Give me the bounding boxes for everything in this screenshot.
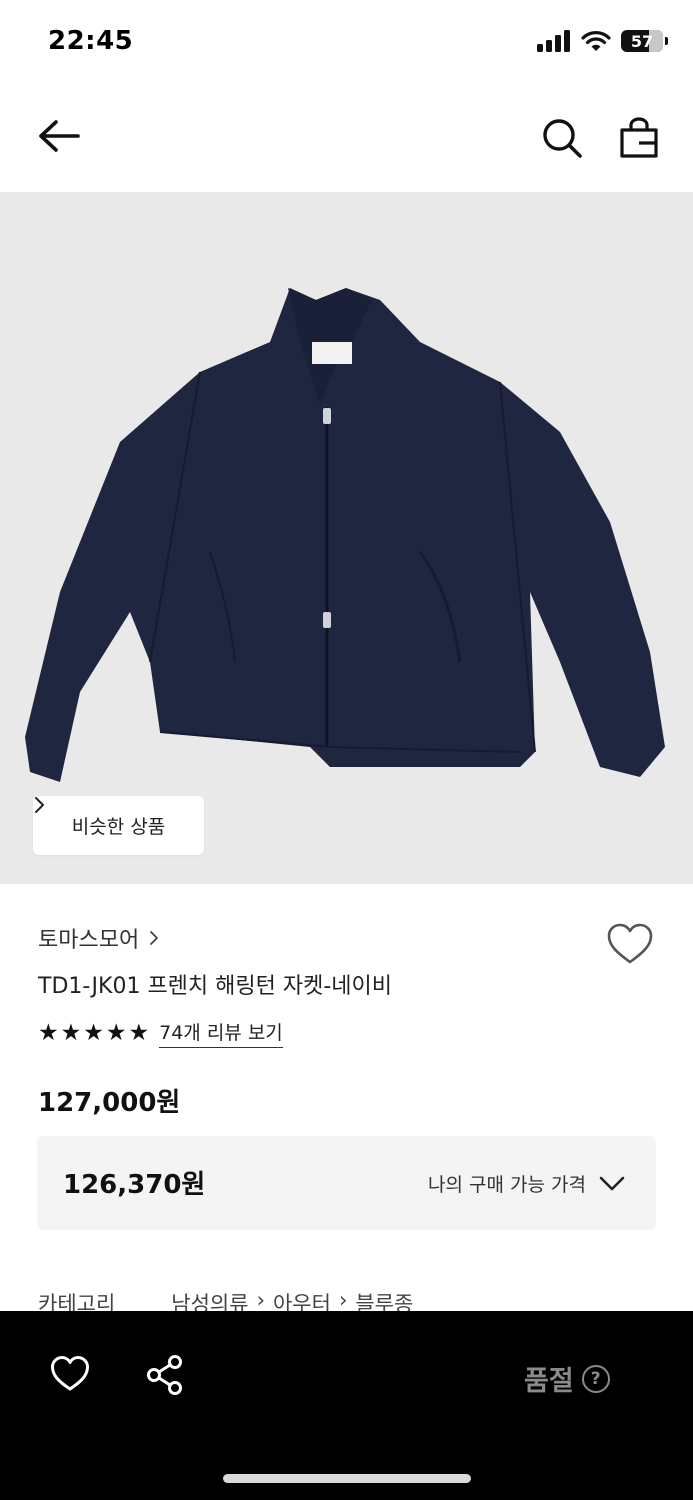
category-label: 카테고리 (38, 1292, 116, 1312)
chevron-right-icon (35, 797, 44, 813)
category-row: 카테고리 남성의류 › 아우터 › 블루종 (38, 1288, 413, 1312)
category-item[interactable]: 아우터 (273, 1288, 331, 1312)
jacket-illustration (25, 288, 665, 782)
star-icon: ★ (128, 1020, 150, 1046)
signal-icon (537, 30, 570, 52)
soldout-status: 품절 ? (524, 1359, 610, 1398)
chevron-right-icon: › (256, 1288, 265, 1312)
share-icon[interactable] (146, 1355, 184, 1395)
status-bar: 22:45 57 (0, 0, 693, 84)
similar-products-button[interactable]: 비슷한 상품 (33, 796, 204, 855)
star-icon: ★ (38, 1020, 59, 1046)
product-title: TD1-JK01 프렌치 해링턴 자켓-네이비 (38, 974, 393, 999)
battery-level: 57 (630, 31, 654, 51)
battery-icon: 57 (621, 30, 668, 52)
chevron-down-icon (599, 1176, 625, 1191)
my-price-dropdown[interactable]: 126,370원 나의 구매 가능 가격 (37, 1136, 656, 1230)
status-time: 22:45 (48, 26, 134, 56)
chevron-right-icon (150, 931, 159, 945)
category-breadcrumb: 남성의류 › 아우터 › 블루종 (171, 1288, 413, 1312)
back-arrow-icon[interactable] (34, 114, 84, 158)
star-icon: ★ (105, 1020, 127, 1046)
star-rating: ★ ★ ★ ★ ★ (38, 1020, 149, 1046)
shopping-bag-icon[interactable] (618, 116, 660, 160)
star-icon: ★ (83, 1020, 104, 1046)
category-item[interactable]: 남성의류 (171, 1288, 248, 1312)
search-icon[interactable] (540, 116, 584, 160)
chevron-right-icon: › (338, 1288, 348, 1312)
review-link[interactable]: 74개 리뷰 보기 (159, 1018, 283, 1048)
product-price: 127,000원 (38, 1088, 181, 1118)
heart-icon[interactable] (50, 1355, 90, 1393)
wishlist-heart-icon[interactable] (606, 922, 654, 966)
home-indicator (223, 1474, 471, 1483)
bottom-action-bar: 품절 ? (0, 1311, 693, 1500)
star-icon: ★ (60, 1020, 82, 1046)
brand-link[interactable]: 토마스모어 (38, 922, 159, 954)
brand-name: 토마스모어 (38, 928, 140, 953)
my-price-label: 나의 구매 가능 가격 (428, 1174, 586, 1196)
product-image[interactable]: 비슷한 상품 (0, 192, 693, 884)
status-icons: 57 (537, 30, 668, 52)
nav-bar (0, 84, 693, 192)
wifi-icon (581, 31, 611, 51)
similar-products-label: 비슷한 상품 (71, 816, 166, 838)
rating-row: ★ ★ ★ ★ ★ 74개 리뷰 보기 (38, 1018, 283, 1048)
my-price-value: 126,370원 (63, 1170, 206, 1200)
soldout-label: 품절 (524, 1366, 574, 1397)
help-icon[interactable]: ? (581, 1364, 610, 1393)
category-item[interactable]: 블루종 (355, 1288, 413, 1312)
